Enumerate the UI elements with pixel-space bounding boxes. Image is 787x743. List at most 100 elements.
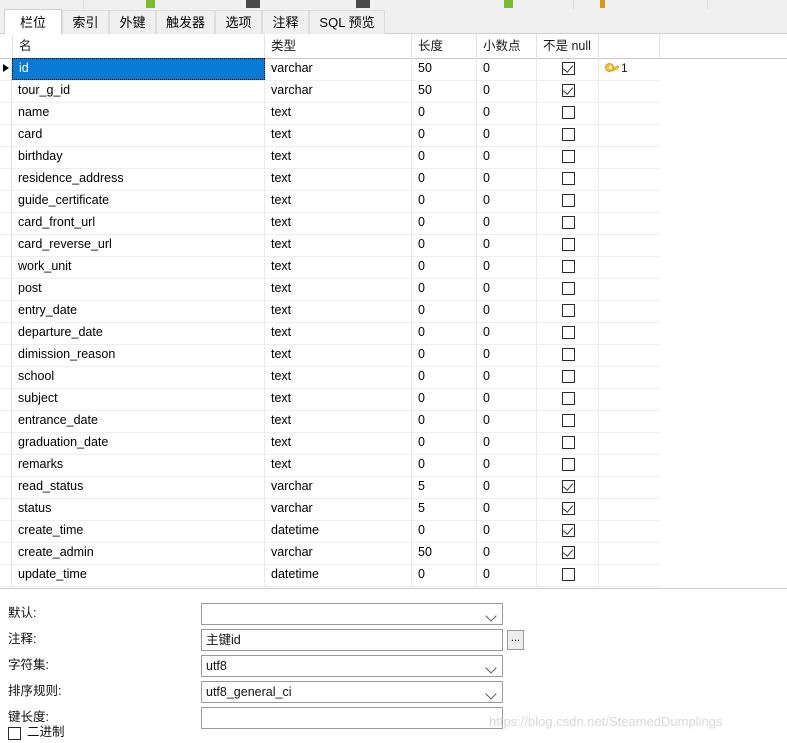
- cell-decimals[interactable]: 0: [477, 146, 537, 168]
- row-indicator[interactable]: [0, 322, 12, 344]
- cell-name[interactable]: tour_g_id: [12, 80, 265, 102]
- row-indicator[interactable]: [0, 190, 12, 212]
- row-indicator[interactable]: [0, 542, 12, 564]
- cell-key[interactable]: [599, 256, 660, 278]
- cell-decimals[interactable]: 0: [477, 476, 537, 498]
- chevron-down-icon[interactable]: [485, 688, 497, 700]
- cell-type[interactable]: text: [265, 366, 412, 388]
- cell-name[interactable]: residence_address: [12, 168, 265, 190]
- not-null-checkbox[interactable]: [561, 546, 575, 559]
- table-row[interactable]: school text 0 0: [0, 366, 660, 389]
- table-row[interactable]: entry_date text 0 0: [0, 300, 660, 323]
- input-comment[interactable]: 主键id: [201, 629, 503, 651]
- cell-name[interactable]: read_status: [12, 476, 265, 498]
- cell-name[interactable]: status: [12, 498, 265, 520]
- cell-decimals[interactable]: 0: [477, 366, 537, 388]
- cell-name[interactable]: birthday: [12, 146, 265, 168]
- row-indicator[interactable]: [0, 344, 12, 366]
- cell-decimals[interactable]: 0: [477, 520, 537, 542]
- cell-notnull[interactable]: [537, 476, 599, 498]
- cell-key[interactable]: [599, 80, 660, 102]
- cell-type[interactable]: text: [265, 278, 412, 300]
- cell-key[interactable]: 1: [599, 58, 660, 80]
- tab-4[interactable]: 选项: [215, 10, 262, 34]
- cell-type[interactable]: text: [265, 124, 412, 146]
- table-row[interactable]: tour_g_id varchar 50 0: [0, 80, 660, 103]
- cell-type[interactable]: text: [265, 102, 412, 124]
- not-null-checkbox[interactable]: [561, 84, 575, 97]
- grid-header-length[interactable]: 长度: [412, 34, 477, 58]
- cell-name[interactable]: id: [12, 58, 265, 80]
- table-row[interactable]: work_unit text 0 0: [0, 256, 660, 279]
- cell-notnull[interactable]: [537, 278, 599, 300]
- cell-decimals[interactable]: 0: [477, 190, 537, 212]
- row-indicator[interactable]: [0, 124, 12, 146]
- cell-notnull[interactable]: [537, 498, 599, 520]
- table-row[interactable]: residence_address text 0 0: [0, 168, 660, 191]
- table-row[interactable]: departure_date text 0 0: [0, 322, 660, 345]
- chevron-down-icon[interactable]: [485, 610, 497, 622]
- table-row[interactable]: graduation_date text 0 0: [0, 432, 660, 455]
- cell-name[interactable]: work_unit: [12, 256, 265, 278]
- cell-length[interactable]: 0: [412, 300, 477, 322]
- add-field-icon[interactable]: [146, 0, 155, 8]
- cell-notnull[interactable]: [537, 102, 599, 124]
- cell-notnull[interactable]: [537, 58, 599, 80]
- cell-notnull[interactable]: [537, 564, 599, 586]
- cell-notnull[interactable]: [537, 366, 599, 388]
- not-null-checkbox[interactable]: [561, 260, 575, 273]
- cell-key[interactable]: [599, 520, 660, 542]
- row-indicator[interactable]: [0, 388, 12, 410]
- cell-name[interactable]: dimission_reason: [12, 344, 265, 366]
- not-null-checkbox[interactable]: [561, 238, 575, 251]
- row-indicator[interactable]: [0, 432, 12, 454]
- cell-decimals[interactable]: 0: [477, 102, 537, 124]
- tab-1[interactable]: 索引: [62, 10, 109, 34]
- not-null-checkbox[interactable]: [561, 150, 575, 163]
- cell-decimals[interactable]: 0: [477, 168, 537, 190]
- cell-type[interactable]: text: [265, 388, 412, 410]
- cell-name[interactable]: guide_certificate: [12, 190, 265, 212]
- primary-key-icon[interactable]: [504, 0, 513, 8]
- cell-decimals[interactable]: 0: [477, 564, 537, 586]
- tab-2[interactable]: 外键: [109, 10, 156, 34]
- cell-name[interactable]: entry_date: [12, 300, 265, 322]
- cell-name[interactable]: create_admin: [12, 542, 265, 564]
- not-null-checkbox[interactable]: [561, 436, 575, 449]
- cell-decimals[interactable]: 0: [477, 124, 537, 146]
- row-indicator[interactable]: [0, 102, 12, 124]
- row-indicator[interactable]: [0, 278, 12, 300]
- cell-key[interactable]: [599, 432, 660, 454]
- cell-decimals[interactable]: 0: [477, 344, 537, 366]
- cell-length[interactable]: 0: [412, 410, 477, 432]
- row-indicator[interactable]: [0, 366, 12, 388]
- table-row[interactable]: create_admin varchar 50 0: [0, 542, 660, 565]
- table-row[interactable]: post text 0 0: [0, 278, 660, 301]
- cell-name[interactable]: card_reverse_url: [12, 234, 265, 256]
- table-row[interactable]: guide_certificate text 0 0: [0, 190, 660, 213]
- table-row[interactable]: name text 0 0: [0, 102, 660, 125]
- not-null-checkbox[interactable]: [561, 348, 575, 361]
- cell-name[interactable]: entrance_date: [12, 410, 265, 432]
- row-indicator[interactable]: [0, 168, 12, 190]
- cell-length[interactable]: 0: [412, 168, 477, 190]
- cell-key[interactable]: [599, 344, 660, 366]
- not-null-checkbox[interactable]: [561, 172, 575, 185]
- not-null-checkbox[interactable]: [561, 62, 575, 75]
- cell-name[interactable]: departure_date: [12, 322, 265, 344]
- cell-notnull[interactable]: [537, 168, 599, 190]
- cell-name[interactable]: update_time: [12, 564, 265, 586]
- insert-field-icon[interactable]: [246, 0, 260, 8]
- cell-decimals[interactable]: 0: [477, 388, 537, 410]
- cell-notnull[interactable]: [537, 256, 599, 278]
- table-row[interactable]: card_front_url text 0 0: [0, 212, 660, 235]
- not-null-checkbox[interactable]: [561, 216, 575, 229]
- cell-name[interactable]: remarks: [12, 454, 265, 476]
- combo-default[interactable]: [201, 603, 503, 625]
- cell-key[interactable]: [599, 212, 660, 234]
- cell-length[interactable]: 0: [412, 124, 477, 146]
- cell-notnull[interactable]: [537, 80, 599, 102]
- cell-key[interactable]: [599, 146, 660, 168]
- cell-key[interactable]: [599, 190, 660, 212]
- not-null-checkbox[interactable]: [561, 414, 575, 427]
